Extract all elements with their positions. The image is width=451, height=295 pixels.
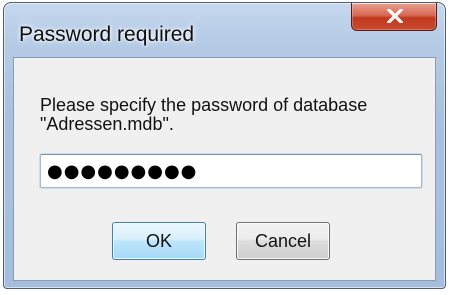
password-input[interactable]	[40, 154, 422, 188]
password-prompt-message: Please specify the password of database …	[40, 95, 368, 134]
close-icon	[387, 9, 403, 23]
title-bar[interactable]: Password required	[4, 3, 445, 57]
dialog-client-area: Please specify the password of database …	[13, 57, 436, 281]
ok-button[interactable]: OK	[112, 222, 206, 260]
close-button[interactable]	[351, 3, 437, 31]
password-dialog-window: Password required Please specify the pas…	[3, 2, 446, 289]
window-title: Password required	[19, 23, 195, 46]
cancel-button[interactable]: Cancel	[236, 222, 330, 260]
